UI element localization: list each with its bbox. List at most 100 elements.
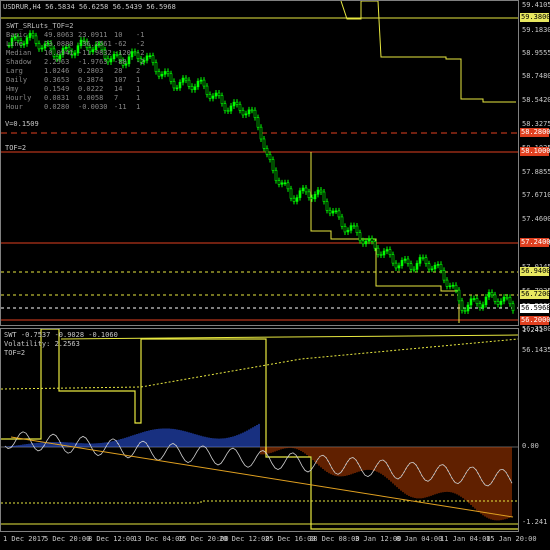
candle-body — [349, 225, 353, 231]
indicator-cell-a: 0.0831 — [44, 94, 70, 102]
swt-axis-label: 0.00 — [522, 442, 539, 450]
indicator-tof: TOF=2 — [5, 144, 27, 152]
indicator-cell-name: Shadow — [6, 58, 32, 66]
candle-body — [340, 216, 344, 227]
candle-body — [325, 201, 329, 211]
indicator-cell-c: 28 — [114, 67, 123, 75]
candle-body — [232, 101, 236, 107]
indicator-cell-name: Hourly — [6, 94, 32, 102]
candle-body — [184, 77, 188, 81]
candle-body — [511, 303, 515, 312]
candle-body — [490, 292, 494, 296]
price-axis[interactable]: 59.4105 59.1830 58.9555 58.7480 58.5420 58.32… — [519, 0, 550, 532]
price-axis-label: 59.4105 — [522, 1, 550, 9]
candle-body — [253, 109, 257, 118]
indicator-cell-c: -88 — [114, 58, 127, 66]
indicator-cell-a: 1.0246 — [44, 67, 70, 75]
indicator-cell-c: 107 — [114, 76, 127, 84]
price-axis-label: 57.6710 — [522, 191, 550, 199]
candle-body — [313, 194, 317, 200]
candle-body — [295, 197, 299, 202]
candle-body — [301, 187, 305, 192]
time-axis[interactable]: 1 Dec 2017 5 Dec 20:00 8 Dec 12:00 13 Dec 0… — [0, 532, 550, 550]
candle-body — [262, 138, 266, 149]
indicator-row: Shadow 2.2563 -1.9763 -88 -2 — [6, 58, 144, 67]
price-axis-label: 56.1435 — [522, 346, 550, 354]
candle-body — [496, 301, 500, 305]
indicator-name: SWT_SRLuts_TOF=2 — [6, 22, 74, 30]
candle-body — [199, 79, 203, 82]
price-axis-label: 58.7480 — [522, 72, 550, 80]
candle-body — [172, 81, 176, 89]
indicator-cell-c: 7 — [114, 94, 119, 102]
candle-body — [439, 264, 443, 271]
indicator-cell-name: Daily — [6, 76, 28, 84]
candle-body — [499, 300, 503, 305]
candle-body — [394, 262, 398, 269]
indicator-row: Hour 0.0280 -0.0030 -11 1 — [6, 103, 144, 112]
candle-body — [196, 80, 200, 88]
time-axis-label: 15 Jan 20:00 — [486, 535, 537, 543]
candle-body — [445, 279, 449, 287]
candle-body — [193, 86, 197, 91]
indicator-cell-b: -0.0030 — [78, 103, 108, 111]
candle-body — [190, 85, 194, 91]
candle-body — [370, 238, 374, 242]
candle-body — [238, 104, 242, 111]
indicator-cell-b: -36.2561 — [78, 40, 112, 48]
candle-body — [331, 210, 335, 214]
chart-header: USDRUR,H4 56.5834 56.6258 56.5439 56.596… — [3, 3, 176, 11]
candle-body — [205, 85, 209, 95]
candle-body — [316, 189, 320, 195]
indicator-cell-c: 14 — [114, 85, 123, 93]
candle-body — [151, 55, 155, 63]
candle-body — [247, 109, 251, 115]
candle-body — [361, 240, 365, 245]
candle-body — [334, 210, 338, 213]
time-axis-label: 13 Dec 04:00 — [133, 535, 184, 543]
candle-body — [460, 300, 464, 311]
candle-body — [163, 71, 167, 75]
candle-body — [421, 257, 425, 259]
indicator-cell-c: -62 — [114, 40, 127, 48]
candle-body — [322, 191, 326, 202]
candle-body — [508, 297, 512, 305]
swt-subwindow[interactable] — [0, 328, 519, 532]
candle-body — [481, 304, 485, 309]
candle-body — [280, 182, 284, 185]
candle-body — [268, 153, 272, 160]
candle-body — [427, 263, 431, 270]
candle-body — [217, 92, 221, 96]
indicator-cell-name: Basic — [6, 31, 28, 39]
candle-body — [226, 110, 230, 112]
resistance-step-line — [340, 1, 516, 103]
indicator-cell-a: 23.0880 — [44, 40, 74, 48]
price-axis-label: 59.1830 — [522, 26, 550, 34]
candle-body — [310, 197, 314, 200]
indicator-cell-d: -2 — [136, 49, 145, 57]
indicator-cell-d: 1 — [136, 94, 141, 102]
price-level-tag: 59.3800 — [520, 13, 550, 22]
candle-body — [391, 254, 395, 264]
candle-body — [307, 191, 311, 198]
candle-body — [355, 225, 359, 233]
swt-header: SWT -0.7537 -0.9028 -0.1060 — [4, 331, 118, 339]
candle-body — [472, 298, 476, 300]
candle-body — [436, 264, 440, 266]
price-level-tag: 58.2800 — [520, 128, 550, 137]
candle-body — [403, 258, 407, 261]
swt-trend-line — [10, 436, 514, 518]
ohlc-values: 56.5834 56.6258 56.5439 56.5968 — [45, 3, 176, 11]
candle-body — [274, 170, 278, 181]
price-level-tag: 56.2000 — [520, 316, 550, 325]
indicator-cell-a: 0.3653 — [44, 76, 70, 84]
indicator-cell-d: 1 — [136, 85, 141, 93]
candle-body — [328, 210, 332, 214]
candle-body — [505, 296, 509, 299]
candle-body — [208, 94, 212, 99]
candle-body — [250, 109, 254, 112]
candle-body — [259, 126, 263, 140]
candle-body — [469, 298, 473, 306]
indicator-cell-b: -1.9763 — [78, 58, 108, 66]
indicator-v-value: V=0.1509 — [5, 120, 39, 128]
